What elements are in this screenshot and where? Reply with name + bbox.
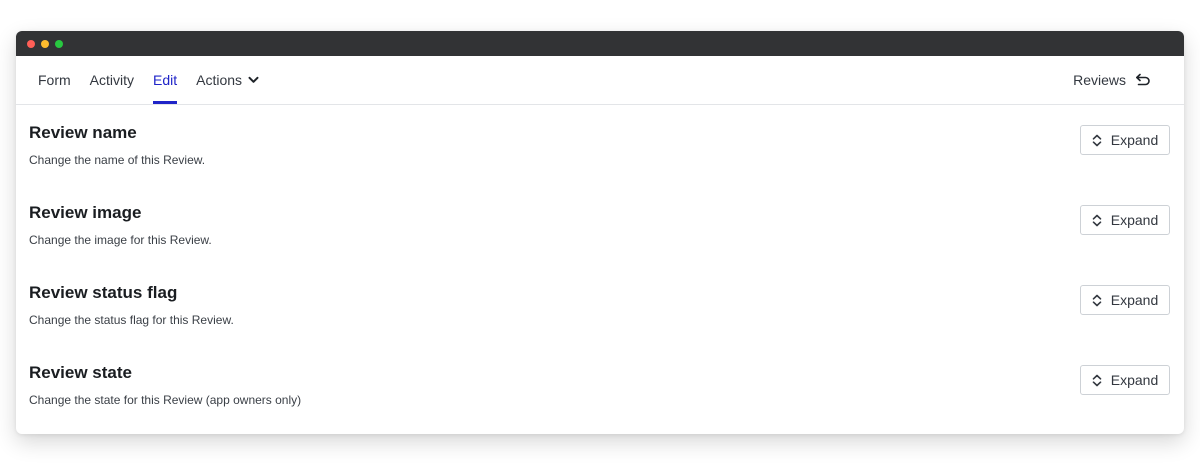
section-review-name: Review name Change the name of this Revi… (16, 105, 1184, 185)
chevron-up-down-icon (1092, 374, 1102, 387)
tab-activity[interactable]: Activity (90, 56, 134, 104)
maximize-window-button[interactable] (55, 39, 63, 48)
expand-button-label: Expand (1110, 372, 1159, 388)
expand-button[interactable]: Expand (1080, 205, 1170, 235)
return-arrow-icon (1135, 73, 1151, 87)
expand-button[interactable]: Expand (1080, 125, 1170, 155)
section-review-state: Review state Change the state for this R… (16, 345, 1184, 425)
tab-edit-label: Edit (153, 72, 178, 88)
expand-button-label: Expand (1110, 212, 1159, 228)
section-description: Change the state for this Review (app ow… (29, 393, 302, 407)
app-window: Form Activity Edit Actions Reviews Revie… (16, 31, 1184, 434)
tab-form[interactable]: Form (38, 56, 71, 104)
tab-form-label: Form (38, 72, 71, 88)
section-description: Change the name of this Review. (29, 153, 206, 167)
tab-actions-dropdown[interactable]: Actions (196, 56, 259, 104)
expand-button[interactable]: Expand (1080, 285, 1170, 315)
tab-activity-label: Activity (89, 72, 135, 88)
reviews-link-label: Reviews (1073, 72, 1126, 88)
window-titlebar (16, 31, 1184, 56)
expand-button-label: Expand (1110, 132, 1159, 148)
nav-tabs: Form Activity Edit Actions (38, 56, 278, 104)
minimize-window-button[interactable] (41, 39, 49, 48)
reviews-back-link[interactable]: Reviews (1073, 72, 1151, 88)
section-title: Review status flag (29, 283, 178, 302)
tab-edit[interactable]: Edit (153, 56, 178, 104)
expand-button-label: Expand (1110, 292, 1159, 308)
section-review-status-flag: Review status flag Change the status fla… (16, 265, 1184, 345)
tab-actions-label: Actions (196, 72, 243, 88)
expand-button[interactable]: Expand (1080, 365, 1170, 395)
top-navigation: Form Activity Edit Actions Reviews (16, 56, 1184, 105)
chevron-up-down-icon (1092, 294, 1102, 307)
section-title: Review name (29, 123, 137, 142)
section-description: Change the image for this Review. (29, 233, 212, 247)
section-review-image: Review image Change the image for this R… (16, 185, 1184, 265)
chevron-up-down-icon (1092, 134, 1102, 147)
chevron-up-down-icon (1092, 214, 1102, 227)
section-description: Change the status flag for this Review. (29, 313, 234, 327)
close-window-button[interactable] (27, 39, 35, 48)
section-title: Review state (29, 363, 132, 382)
section-title: Review image (29, 203, 142, 222)
chevron-down-icon (248, 76, 259, 84)
